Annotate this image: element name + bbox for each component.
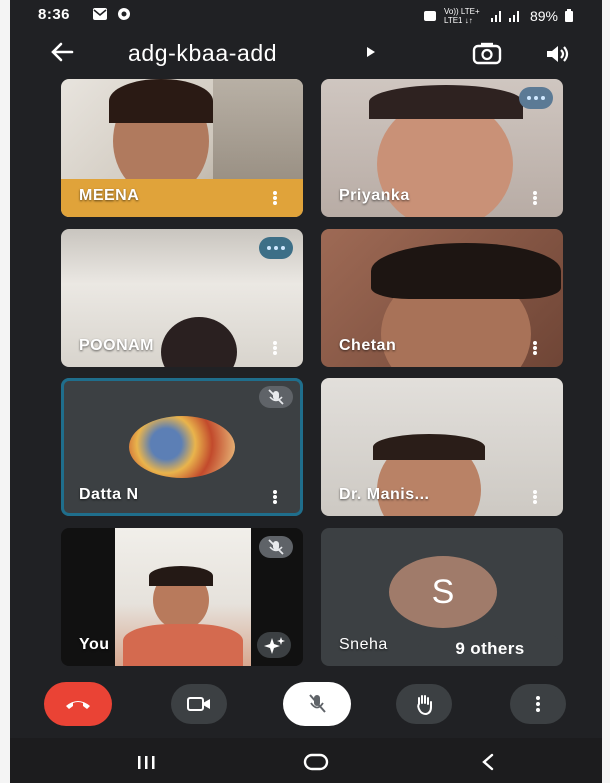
meet-screen: 8:36 Vo)) LTE+ LTE1 ↓↑ 89% adg-kbaa-add … xyxy=(10,0,602,783)
notification-icons xyxy=(92,7,132,21)
mic-off-icon xyxy=(268,389,284,405)
more-options-icon[interactable] xyxy=(273,490,277,504)
self-video-hair xyxy=(149,566,213,586)
status-time: 8:36 xyxy=(38,6,71,23)
participant-name: Dr. Manis... xyxy=(339,486,430,503)
muted-mic-badge xyxy=(259,536,293,558)
system-indicators: Vo)) LTE+ LTE1 ↓↑ 89% xyxy=(422,7,574,25)
more-options-icon[interactable] xyxy=(533,490,537,504)
chat-icon xyxy=(118,8,130,20)
participant-name: Chetan xyxy=(339,337,397,354)
meeting-code[interactable]: adg-kbaa-add xyxy=(128,40,277,67)
camera-button[interactable] xyxy=(171,684,227,724)
speaker-icon[interactable] xyxy=(544,42,570,66)
mic-off-icon xyxy=(268,539,284,555)
microphone-button[interactable] xyxy=(283,682,351,726)
participant-tile-you[interactable]: You xyxy=(61,528,303,666)
more-options-icon[interactable] xyxy=(533,191,537,205)
more-vert-icon xyxy=(536,696,540,712)
signal-icon xyxy=(490,11,519,22)
video-camera-icon xyxy=(187,697,210,711)
participant-tile-meena[interactable]: MEENA xyxy=(61,79,303,217)
sparkle-effects-icon xyxy=(264,637,285,654)
switch-camera-icon[interactable] xyxy=(472,42,502,66)
participant-video-hair xyxy=(369,85,523,119)
participant-video-hair xyxy=(109,79,213,123)
participant-tile-poonam[interactable]: POONAM xyxy=(61,229,303,367)
more-options-icon[interactable] xyxy=(273,341,277,355)
hand-icon xyxy=(417,695,432,716)
back-arrow-icon[interactable] xyxy=(48,38,76,66)
participant-name: Sneha xyxy=(339,636,388,653)
participant-video-head xyxy=(161,317,237,367)
mail-icon xyxy=(93,8,107,20)
recent-apps-icon[interactable] xyxy=(136,754,156,770)
hang-up-icon xyxy=(66,701,90,709)
battery-percent: 89% xyxy=(529,8,558,24)
mic-off-icon xyxy=(309,694,326,713)
network-type: Vo)) LTE+ LTE1 ↓↑ xyxy=(443,7,480,25)
participant-avatar: S xyxy=(389,556,497,628)
call-controls xyxy=(10,682,602,728)
status-bar: 8:36 Vo)) LTE+ LTE1 ↓↑ 89% xyxy=(10,0,602,30)
participant-name: Priyanka xyxy=(339,187,410,204)
battery-icon xyxy=(565,9,573,22)
participant-video-hair xyxy=(371,243,561,299)
participant-name: You xyxy=(79,636,110,653)
self-video xyxy=(115,528,251,666)
participant-tile-chetan[interactable]: Chetan xyxy=(321,229,563,367)
back-icon[interactable] xyxy=(480,752,496,772)
effects-button[interactable] xyxy=(257,632,291,658)
home-icon[interactable] xyxy=(302,752,330,772)
participant-video-hair xyxy=(373,434,485,460)
speaking-indicator xyxy=(259,237,293,259)
speaking-indicator xyxy=(519,87,553,109)
muted-mic-badge xyxy=(259,386,293,408)
more-options-icon[interactable] xyxy=(533,341,537,355)
others-chip[interactable]: 9 others xyxy=(418,634,562,664)
alarm-icon xyxy=(423,11,436,21)
more-options-button[interactable] xyxy=(510,684,566,724)
participant-name: MEENA xyxy=(79,187,140,204)
end-call-button[interactable] xyxy=(44,682,112,726)
participant-name: POONAM xyxy=(79,337,154,354)
meeting-header: adg-kbaa-add xyxy=(10,32,602,76)
participant-avatar xyxy=(129,416,235,478)
participant-tile-priyanka[interactable]: Priyanka xyxy=(321,79,563,217)
participant-name: Datta N xyxy=(79,486,139,503)
raise-hand-button[interactable] xyxy=(396,684,452,724)
participant-tile-datta[interactable]: Datta N xyxy=(61,378,303,516)
avatar-letter: S xyxy=(431,572,455,611)
self-video-saree xyxy=(123,624,243,666)
participant-tile-dr-manis[interactable]: Dr. Manis... xyxy=(321,378,563,516)
system-navigation-bar xyxy=(10,738,602,783)
expand-triangle-icon[interactable] xyxy=(366,46,376,58)
more-options-icon[interactable] xyxy=(273,191,277,205)
